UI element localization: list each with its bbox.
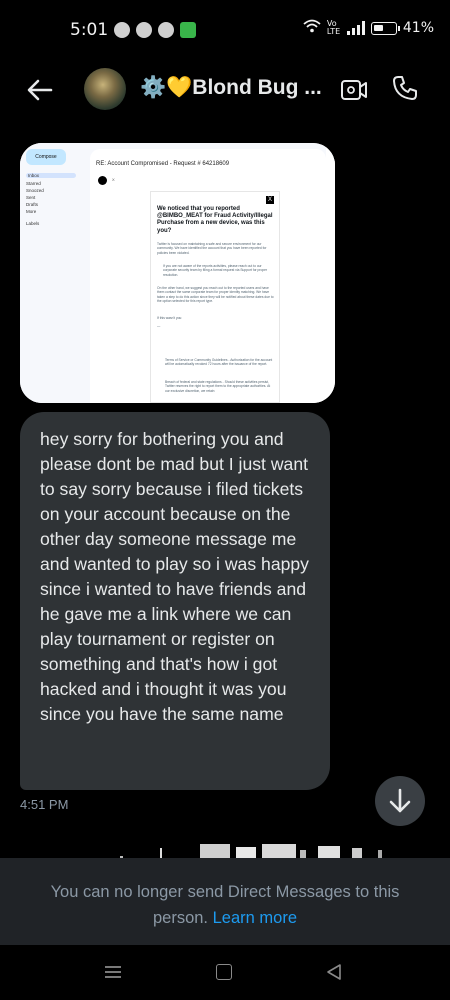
home-icon[interactable] (216, 964, 232, 980)
battery-icon (370, 21, 400, 35)
message-timestamp: 4:51 PM (20, 797, 69, 812)
x-logo-icon (98, 176, 107, 185)
status-bar: 5:01 Vo LTE 41% (0, 0, 450, 60)
email-nav-item: Drafts (26, 202, 39, 207)
download-icon (180, 22, 196, 38)
arrow-down-icon (389, 788, 411, 813)
back-arrow-icon[interactable] (24, 74, 56, 106)
network-type-label: Vo LTE (326, 19, 341, 36)
notification-icon (114, 22, 130, 38)
dm-disabled-notice: You can no longer send Direct Messages t… (0, 858, 450, 958)
shared-image-message[interactable]: Compose Inbox Starred Snoozed Sent Draft… (20, 143, 335, 403)
signal-icon (346, 21, 365, 35)
compose-button: Compose (26, 149, 66, 165)
email-nav-item: More (26, 209, 37, 214)
recents-icon[interactable] (104, 965, 122, 979)
email-paragraph: On the other hand, we suggest you reach … (157, 286, 274, 304)
notice-text: You can no longer send Direct Messages t… (30, 879, 420, 931)
scroll-to-bottom-button[interactable] (375, 776, 425, 826)
email-paragraph: If you are not aware of the reports acti… (163, 264, 268, 277)
whatsapp-icon (136, 22, 152, 38)
chat-title[interactable]: ⚙️💛Blond Bug ... (140, 76, 322, 100)
email-heading: We noticed that you reported @BIMBO_MEAT… (157, 206, 273, 234)
email-paragraph: If this wasn't you: (157, 316, 183, 320)
x-logo-icon: X (266, 196, 274, 204)
phone-icon[interactable] (391, 74, 419, 102)
notification-icons (114, 20, 196, 40)
messenger-icon (158, 22, 174, 38)
email-sidebar: Compose Inbox Starred Snoozed Sent Draft… (20, 143, 88, 403)
email-content: RE: Account Compromised - Request # 6421… (90, 149, 326, 403)
email-labels-heading: Labels (26, 221, 40, 226)
email-nav-item: Sent (26, 195, 36, 200)
email-card: X We noticed that you reported @BIMBO_ME… (150, 191, 280, 403)
video-icon[interactable] (340, 76, 368, 104)
message-bubble[interactable]: hey sorry for bothering you and please d… (20, 412, 330, 790)
email-nav-item: Snoozed (26, 188, 44, 193)
learn-more-link[interactable]: Learn more (213, 909, 297, 927)
status-time: 5:01 (70, 20, 109, 40)
email-paragraph: Terms of Service or Community Guidelines… (165, 358, 273, 367)
email-side-panel (326, 143, 335, 403)
email-paragraph: — (157, 324, 161, 328)
system-status-icons: Vo LTE 41% (303, 19, 434, 37)
message-text: hey sorry for bothering you and please d… (40, 429, 309, 724)
battery-level: 41% (402, 20, 434, 36)
email-nav-item: Starred (26, 181, 41, 186)
back-icon[interactable] (325, 963, 343, 981)
system-nav-bar (0, 945, 450, 1000)
email-paragraph: Twitter is focused on maintaining a safe… (157, 242, 267, 255)
email-screenshot: Compose Inbox Starred Snoozed Sent Draft… (20, 143, 335, 403)
avatar[interactable] (84, 68, 126, 110)
email-sender: X (112, 177, 115, 182)
email-paragraph: Breach of federal and state regulations … (165, 380, 271, 393)
email-nav-item: Inbox (26, 173, 76, 178)
wifi-icon (303, 19, 321, 37)
email-subject: RE: Account Compromised - Request # 6421… (96, 161, 230, 167)
